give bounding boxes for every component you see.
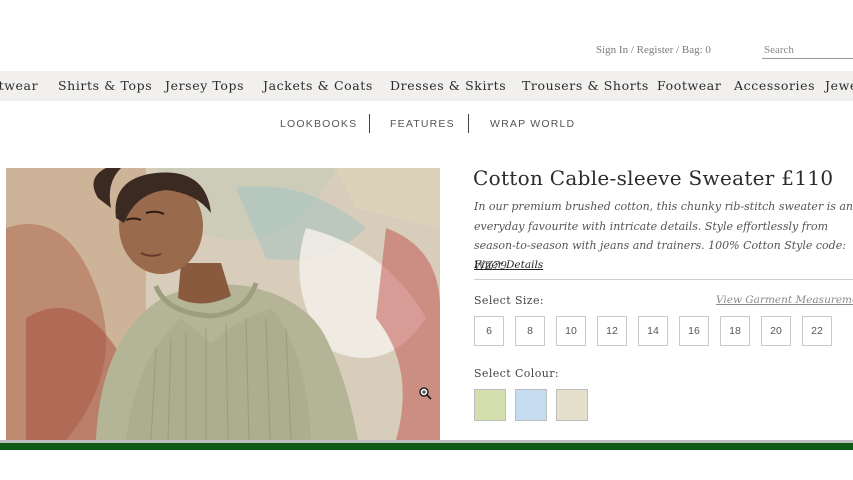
- nav-item-knitwear[interactable]: itwear: [0, 71, 38, 101]
- product-image[interactable]: [6, 168, 440, 440]
- subnav-features[interactable]: FEATURES: [390, 113, 455, 135]
- colour-swatch-sage[interactable]: [474, 389, 506, 421]
- nav-item-jackets-coats[interactable]: Jackets & Coats: [263, 71, 373, 101]
- subnav-divider: [369, 114, 370, 133]
- product-photo-illustration: [6, 168, 440, 440]
- footer-bar: [0, 443, 853, 450]
- subnav-divider: [468, 114, 469, 133]
- colour-swatch-light-blue[interactable]: [515, 389, 547, 421]
- nav-item-dresses-skirts[interactable]: Dresses & Skirts: [390, 71, 506, 101]
- subnav-wrap-world[interactable]: WRAP WORLD: [490, 113, 575, 135]
- size-option[interactable]: 14: [638, 316, 668, 346]
- account-links[interactable]: Sign In / Register / Bag: 0: [596, 44, 711, 56]
- size-option[interactable]: 8: [515, 316, 545, 346]
- product-title: Cotton Cable-sleeve Sweater £110: [473, 166, 834, 190]
- size-option[interactable]: 12: [597, 316, 627, 346]
- nav-item-accessories[interactable]: Accessories: [734, 71, 815, 101]
- garment-measurement-link[interactable]: View Garment Measurement: [716, 294, 853, 306]
- select-size-label: Select Size:: [474, 294, 545, 307]
- main-navigation: itwear Shirts & Tops Jersey Tops Jackets…: [0, 71, 853, 101]
- zoom-icon[interactable]: [418, 386, 432, 400]
- size-option[interactable]: 22: [802, 316, 832, 346]
- sub-navigation: LOOKBOOKS FEATURES WRAP WORLD: [0, 113, 853, 135]
- nav-item-footwear[interactable]: Footwear: [657, 71, 721, 101]
- search-input[interactable]: [762, 42, 853, 59]
- size-option[interactable]: 18: [720, 316, 750, 346]
- divider: [474, 279, 853, 280]
- subnav-lookbooks[interactable]: LOOKBOOKS: [280, 113, 357, 135]
- nav-item-jersey-tops[interactable]: Jersey Tops: [165, 71, 244, 101]
- size-option[interactable]: 16: [679, 316, 709, 346]
- nav-item-jewellery[interactable]: Jewe: [825, 71, 853, 101]
- size-option[interactable]: 20: [761, 316, 791, 346]
- nav-item-trousers-shorts[interactable]: Trousers & Shorts: [522, 71, 649, 101]
- size-option[interactable]: 6: [474, 316, 504, 346]
- colour-swatch-stone[interactable]: [556, 389, 588, 421]
- select-colour-label: Select Colour:: [474, 367, 559, 380]
- size-option[interactable]: 10: [556, 316, 586, 346]
- finer-details-link[interactable]: Finer Details: [474, 259, 543, 271]
- nav-item-shirts-tops[interactable]: Shirts & Tops: [58, 71, 152, 101]
